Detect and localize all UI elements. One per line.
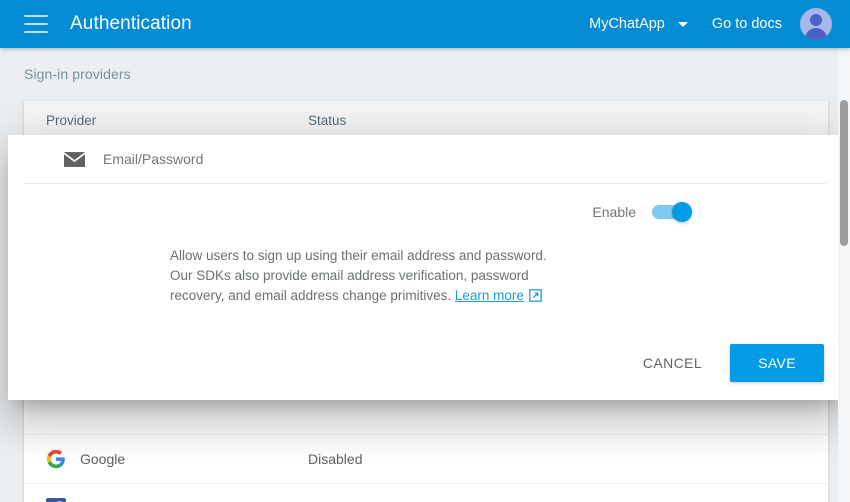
hamburger-line-1	[24, 15, 48, 17]
table-row[interactable]: Google Disabled	[24, 435, 828, 484]
external-link-icon[interactable]	[529, 289, 542, 302]
dialog-actions: CANCEL SAVE	[625, 344, 824, 382]
appbar-actions: MyChatApp Go to docs	[581, 8, 832, 40]
column-header-provider: Provider	[46, 113, 97, 128]
section-title: Sign-in providers	[24, 66, 131, 82]
top-app-bar: Authentication MyChatApp Go to docs	[0, 0, 850, 48]
facebook-icon	[46, 498, 66, 502]
project-name-label: MyChatApp	[589, 16, 665, 32]
hamburger-menu-icon[interactable]	[24, 15, 48, 33]
avatar-head	[810, 14, 822, 26]
learn-more-link[interactable]: Learn more	[455, 288, 524, 303]
provider-name-label: Google	[80, 451, 126, 467]
google-icon	[46, 449, 65, 469]
dialog-header: Email/Password	[24, 135, 826, 184]
provider-cell-facebook: Facebook	[24, 498, 308, 502]
envelope-icon	[64, 151, 85, 167]
dialog-title: Email/Password	[103, 151, 204, 167]
dialog-description: Allow users to sign up using their email…	[8, 240, 708, 306]
hamburger-line-3	[24, 31, 48, 33]
user-avatar-icon[interactable]	[800, 8, 832, 40]
save-button[interactable]: SAVE	[730, 344, 824, 382]
table-row[interactable]: Facebook Disabled	[24, 484, 828, 502]
provider-status-label: Disabled	[308, 451, 363, 467]
cancel-button[interactable]: CANCEL	[625, 345, 720, 381]
toggle-knob	[672, 202, 692, 222]
column-header-status: Status	[308, 113, 347, 128]
provider-cell-google: Google	[24, 449, 308, 469]
email-password-dialog: Email/Password Enable Allow users to sig…	[8, 135, 842, 400]
page-title: Authentication	[70, 13, 192, 34]
chevron-down-icon	[677, 21, 688, 27]
page-scrollbar-thumb[interactable]	[840, 100, 848, 246]
project-selector[interactable]: MyChatApp	[581, 10, 694, 38]
enable-toggle-row: Enable	[8, 184, 842, 240]
enable-label: Enable	[592, 204, 636, 220]
avatar-body	[805, 28, 827, 40]
go-to-docs-link[interactable]: Go to docs	[712, 16, 782, 32]
enable-toggle-switch[interactable]	[652, 202, 692, 222]
hamburger-line-2	[24, 23, 48, 25]
dialog-body: Enable Allow users to sign up using thei…	[8, 184, 842, 306]
